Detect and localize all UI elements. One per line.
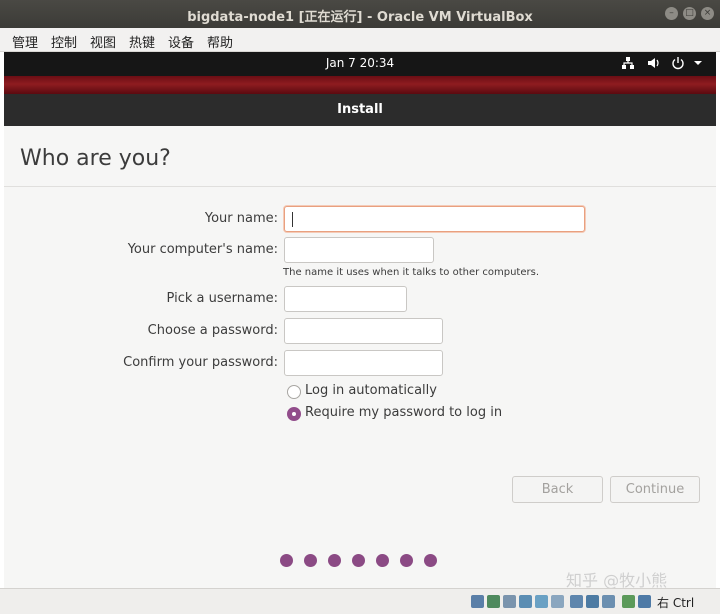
guest-additions-icon[interactable] [622, 595, 635, 608]
hard-disk-icon[interactable] [471, 595, 484, 608]
text-caret [292, 212, 293, 227]
host-key-indicator[interactable]: 右 Ctrl [657, 594, 694, 611]
virtualbox-window: bigdata-node1 [正在运行] - Oracle VM Virtual… [0, 0, 720, 614]
menu-manage[interactable]: 管理 [12, 32, 38, 51]
shared-folders-icon[interactable] [551, 595, 564, 608]
computer-name-field[interactable] [284, 237, 434, 263]
title-divider [4, 186, 716, 187]
host-titlebar: bigdata-node1 [正在运行] - Oracle VM Virtual… [0, 0, 720, 28]
continue-button[interactable]: Continue [610, 476, 700, 503]
mouse-integration-icon[interactable] [638, 595, 651, 608]
desktop-background-strip [4, 76, 716, 94]
window-title: bigdata-node1 [正在运行] - Oracle VM Virtual… [187, 10, 533, 25]
computer-name-label: Your computer's name: [127, 242, 278, 257]
menu-devices[interactable]: 设备 [168, 32, 194, 51]
minimize-button[interactable]: – [665, 7, 678, 20]
close-button[interactable]: × [701, 7, 714, 20]
require-password-label[interactable]: Require my password to log in [305, 405, 502, 420]
guest-top-panel: Jan 7 20:34 [4, 52, 716, 76]
back-button[interactable]: Back [512, 476, 603, 503]
optical-drive-icon[interactable] [487, 595, 500, 608]
maximize-button[interactable]: □ [683, 7, 696, 20]
confirm-password-field[interactable] [284, 350, 443, 376]
virtualbox-statusbar: 右 Ctrl [0, 588, 720, 614]
menu-view[interactable]: 视图 [90, 32, 116, 51]
display-icon[interactable] [570, 595, 583, 608]
audio-icon[interactable] [503, 595, 516, 608]
power-icon[interactable] [671, 56, 685, 73]
progress-dot [400, 554, 413, 567]
page-title: Who are you? [20, 146, 171, 171]
progress-dot [352, 554, 365, 567]
your-name-field[interactable] [284, 206, 585, 232]
cpu-icon[interactable] [602, 595, 615, 608]
progress-dot [304, 554, 317, 567]
chevron-down-icon[interactable] [693, 56, 703, 73]
your-name-label: Your name: [204, 211, 278, 226]
progress-dot [376, 554, 389, 567]
computer-name-hint: The name it uses when it talks to other … [283, 267, 540, 278]
menu-hotkeys[interactable]: 热键 [129, 32, 155, 51]
log-in-automatically-radio[interactable] [287, 385, 301, 399]
menu-control[interactable]: 控制 [51, 32, 77, 51]
network-adapter-icon[interactable] [519, 595, 532, 608]
volume-icon[interactable] [647, 56, 661, 73]
installer-header: Install [4, 94, 716, 126]
username-field[interactable] [284, 286, 407, 312]
host-menubar: 管理 控制 视图 热键 设备 帮助 [0, 28, 720, 52]
password-field[interactable] [284, 318, 443, 344]
progress-dot [328, 554, 341, 567]
menu-help[interactable]: 帮助 [207, 32, 233, 51]
progress-dot [424, 554, 437, 567]
installer-page: Who are you? Your name: Your computer's … [4, 126, 716, 588]
recording-icon[interactable] [586, 595, 599, 608]
confirm-password-label: Confirm your password: [123, 355, 278, 370]
log-in-automatically-label[interactable]: Log in automatically [305, 383, 437, 398]
password-label: Choose a password: [147, 323, 278, 338]
progress-dot [280, 554, 293, 567]
network-icon[interactable] [621, 56, 635, 73]
usb-icon[interactable] [535, 595, 548, 608]
username-label: Pick a username: [166, 291, 278, 306]
require-password-radio[interactable] [287, 407, 301, 421]
clock[interactable]: Jan 7 20:34 [4, 56, 716, 70]
